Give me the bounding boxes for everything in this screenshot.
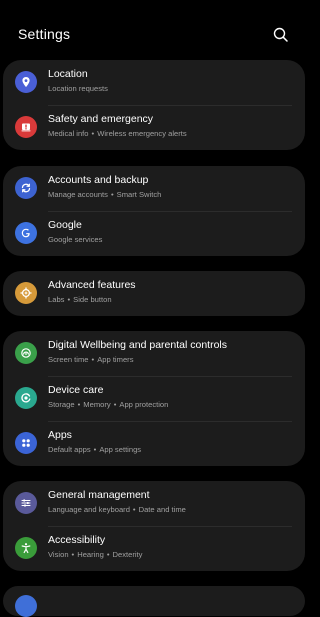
settings-item-location[interactable]: Location Location requests [3, 60, 305, 105]
settings-item-subtitle: Labs • Side button [48, 295, 112, 304]
settings-item-subtitle: Medical info • Wireless emergency alerts [48, 129, 187, 138]
settings-item-label: Google [48, 219, 82, 231]
settings-group-3: Advanced features Labs • Side button [3, 271, 305, 316]
settings-item-label: General management [48, 489, 150, 501]
settings-item-subtitle: Screen time • App timers [48, 355, 134, 364]
settings-item-label: Advanced features [48, 279, 136, 291]
location-pin-icon [15, 71, 37, 93]
settings-item-label: Apps [48, 429, 72, 441]
sync-icon [15, 177, 37, 199]
settings-group-5: General management Language and keyboard… [3, 481, 305, 571]
google-icon [15, 222, 37, 244]
settings-item-label: Safety and emergency [48, 113, 154, 125]
settings-item-accounts[interactable]: Accounts and backup Manage accounts • Smar… [3, 166, 305, 211]
settings-item-subtitle: Google services [48, 235, 103, 244]
settings-group-1: Location Location requests Safety and em… [3, 60, 305, 150]
settings-group-4: Digital Wellbeing and parental controls … [3, 331, 305, 466]
settings-group-6-partial [3, 586, 305, 617]
settings-item-subtitle: Vision • Hearing • Dexterity [48, 550, 143, 559]
apps-grid-icon [15, 432, 37, 454]
settings-item-accessibility[interactable]: Accessibility Vision • Hearing • Dexterity [3, 526, 305, 571]
settings-item-label: Accessibility [48, 534, 106, 546]
settings-item-subtitle: Manage accounts • Smart Switch [48, 190, 162, 199]
settings-item-google[interactable]: Google Google services [3, 211, 305, 256]
sliders-icon [15, 492, 37, 514]
page-title: Settings [18, 26, 71, 42]
settings-item-label: Digital Wellbeing and parental controls [48, 339, 227, 351]
wellbeing-icon [15, 342, 37, 364]
settings-item-label: Device care [48, 384, 104, 396]
settings-item-apps[interactable]: Apps Default apps • App settings [3, 421, 305, 466]
search-icon[interactable] [272, 26, 290, 44]
settings-item-advanced[interactable]: Advanced features Labs • Side button [3, 271, 305, 316]
app-header: Settings [0, 0, 306, 60]
settings-item-label: Accounts and backup [48, 174, 149, 186]
settings-item-wellbeing[interactable]: Digital Wellbeing and parental controls … [3, 331, 305, 376]
settings-item-safety[interactable]: Safety and emergency Medical info • Wirele… [3, 105, 305, 150]
gear-plus-icon [15, 282, 37, 304]
partial-setting-icon[interactable] [15, 595, 37, 617]
settings-item-subtitle: Language and keyboard • Date and time [48, 505, 186, 514]
emergency-icon [15, 116, 37, 138]
settings-item-device-care[interactable]: Device care Storage • Memory • App protectio… [3, 376, 305, 421]
settings-item-subtitle: Location requests [48, 84, 108, 93]
settings-item-label: Location [48, 68, 88, 80]
accessibility-icon [15, 537, 37, 559]
settings-group-2: Accounts and backup Manage accounts • Smar… [3, 166, 305, 256]
settings-item-general-management[interactable]: General management Language and keyboard… [3, 481, 305, 526]
settings-item-subtitle: Storage • Memory • App protection [48, 400, 169, 409]
settings-item-subtitle: Default apps • App settings [48, 445, 142, 454]
device-care-icon [15, 387, 37, 409]
